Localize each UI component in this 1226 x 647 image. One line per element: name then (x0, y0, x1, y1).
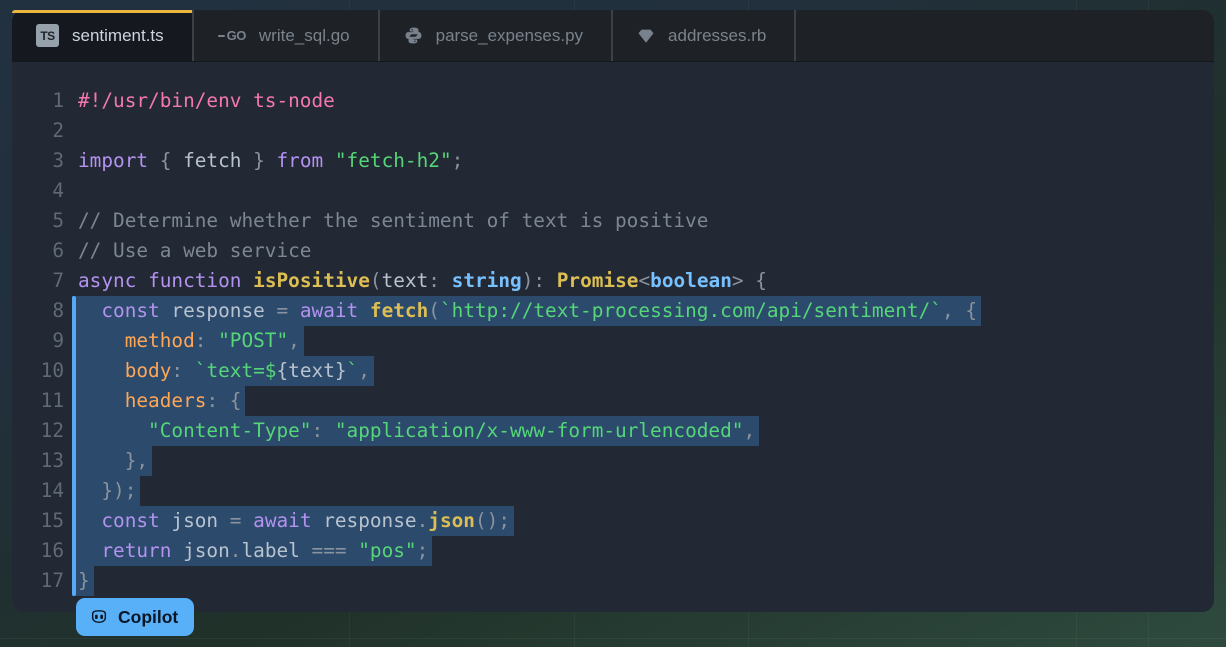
ruby-icon (637, 27, 655, 45)
code-line-12[interactable]: 12 "Content-Type": "application/x-www-fo… (12, 416, 1214, 446)
line-number: 9 (52, 329, 64, 352)
selection-caret-bar (72, 296, 76, 596)
code-text: method: "POST", (78, 326, 300, 356)
typescript-icon: TS (36, 24, 59, 47)
code-line-1[interactable]: 1 #!/usr/bin/env ts-node (12, 86, 1214, 116)
line-number: 4 (52, 179, 64, 202)
go-icon: GO (217, 28, 246, 43)
copilot-cursor-label: Copilot (76, 598, 195, 636)
code-text: "Content-Type": "application/x-www-form-… (78, 416, 756, 446)
code-line-6[interactable]: 6 // Use a web service (12, 236, 1214, 266)
tab-label: write_sql.go (258, 25, 350, 45)
code-line-11[interactable]: 11 headers: { (12, 386, 1214, 416)
tab-parse-expenses-py[interactable]: parse_expenses.py (380, 10, 614, 61)
code-text: import { fetch } from "fetch-h2"; (78, 149, 464, 172)
code-text: headers: { (78, 386, 242, 416)
code-text: return json.label === "pos"; (78, 536, 429, 566)
code-text: } (78, 566, 90, 596)
line-number: 11 (40, 389, 64, 412)
copilot-label: Copilot (118, 606, 179, 627)
tab-bar: TS sentiment.ts GO write_sql.go parse_expens… (12, 10, 1214, 62)
python-icon (404, 26, 423, 45)
code-line-10[interactable]: 10 body: `text=${text}`, (12, 356, 1214, 386)
background-grid-line (0, 638, 1226, 639)
line-number: 3 (52, 149, 64, 172)
line-number: 14 (40, 479, 64, 502)
code-line-7[interactable]: 7 async function isPositive(text: string)… (12, 266, 1214, 296)
code-text: const json = await response.json(); (78, 506, 511, 536)
line-number: 10 (40, 359, 64, 382)
line-number: 17 (40, 569, 64, 592)
tab-label: sentiment.ts (72, 25, 164, 45)
code-line-3[interactable]: 3 import { fetch } from "fetch-h2"; (12, 146, 1214, 176)
code-text: async function isPositive(text: string):… (78, 269, 767, 292)
tab-addresses-rb[interactable]: addresses.rb (613, 10, 797, 61)
line-number: 13 (40, 449, 64, 472)
code-line-8[interactable]: 8 const response = await fetch(`http://t… (12, 296, 1214, 326)
code-line-16[interactable]: 16 return json.label === "pos"; (12, 536, 1214, 566)
line-number: 12 (40, 419, 64, 442)
code-text: }, (78, 446, 149, 476)
code-text: // Use a web service (78, 239, 312, 262)
code-editor[interactable]: 1 #!/usr/bin/env ts-node 2 3 import { fetch … (12, 62, 1214, 612)
code-line-14[interactable]: 14 }); (12, 476, 1214, 506)
code-line-13[interactable]: 13 }, (12, 446, 1214, 476)
code-text: #!/usr/bin/env ts-node (78, 89, 335, 112)
line-number: 7 (52, 269, 64, 292)
code-text: }); (78, 476, 137, 506)
code-line-4[interactable]: 4 (12, 176, 1214, 206)
line-number: 1 (52, 89, 64, 112)
line-number: 16 (40, 539, 64, 562)
tab-write-sql-go[interactable]: GO write_sql.go (194, 10, 380, 61)
tab-label: parse_expenses.py (435, 25, 584, 45)
code-line-5[interactable]: 5 // Determine whether the sentiment of t… (12, 206, 1214, 236)
code-text: body: `text=${text}`, (78, 356, 370, 386)
code-text: const response = await fetch(`http://tex… (78, 296, 977, 326)
tab-label: addresses.rb (668, 25, 767, 45)
code-line-2[interactable]: 2 (12, 116, 1214, 146)
line-number: 2 (52, 119, 64, 142)
line-number: 15 (40, 509, 64, 532)
code-text: // Determine whether the sentiment of te… (78, 209, 709, 232)
editor-panel: TS sentiment.ts GO write_sql.go parse_expens… (12, 10, 1214, 636)
code-line-15[interactable]: 15 const json = await response.json(); (12, 506, 1214, 536)
line-number: 8 (52, 299, 64, 322)
code-line-17[interactable]: 17} (12, 566, 1214, 596)
tab-sentiment-ts[interactable]: TS sentiment.ts (12, 10, 194, 61)
code-line-9[interactable]: 9 method: "POST", (12, 326, 1214, 356)
line-number: 5 (52, 209, 64, 232)
copilot-icon (89, 607, 109, 627)
line-number: 6 (52, 239, 64, 262)
